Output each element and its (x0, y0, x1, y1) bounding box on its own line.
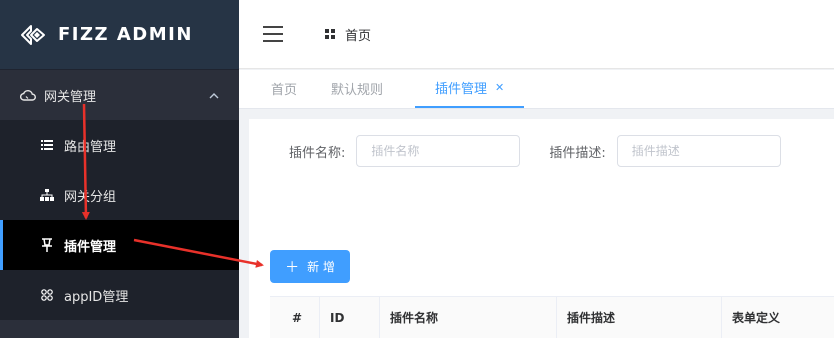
sidebar-item-label: 网关分组 (64, 189, 117, 205)
column-header[interactable]: 表单定义 (722, 297, 834, 338)
menu-group-label: 网关管理 (44, 89, 97, 105)
search-form: 插件名称: 插件描述: (249, 135, 834, 167)
logo: FIZZ ADMIN (0, 0, 239, 70)
column-header[interactable]: # (270, 296, 320, 338)
tab-label: 首页 (271, 83, 298, 98)
sidebar: FIZZ ADMIN 网关管理 路由管理 网关分组 插件管理 appID管理 (0, 0, 239, 338)
column-header[interactable]: 插件名称 (380, 296, 557, 338)
app-title: FIZZ ADMIN (58, 24, 193, 45)
sitemap-icon (40, 188, 54, 202)
tab-plugin-management[interactable]: 插件管理 ✕ (415, 69, 525, 108)
menu-group-gateway[interactable]: 网关管理 (0, 70, 239, 120)
sidebar-item-label: appID管理 (64, 289, 129, 305)
app-root: FIZZ ADMIN 网关管理 路由管理 网关分组 插件管理 appID管理 首… (0, 0, 834, 338)
plus-icon: ＋ (285, 259, 300, 276)
apps-icon (40, 288, 54, 302)
sidebar-item-route[interactable]: 路由管理 (0, 120, 239, 170)
tabs-bar: 首页 默认规则 插件管理 ✕ (239, 70, 834, 109)
plugin-name-label: 插件名称: (289, 145, 346, 161)
pin-icon (40, 238, 54, 252)
column-header[interactable]: 插件描述 (557, 296, 722, 338)
add-button-label: 新 增 (307, 260, 335, 274)
sidebar-item-label: 路由管理 (64, 139, 117, 155)
sidebar-item-group[interactable]: 网关分组 (0, 170, 239, 220)
sidebar-item-appid[interactable]: appID管理 (0, 270, 239, 320)
submenu: 路由管理 网关分组 插件管理 appID管理 (0, 120, 239, 320)
tab-home[interactable]: 首页 (239, 69, 313, 108)
sidebar-item-plugin[interactable]: 插件管理 (0, 220, 239, 270)
breadcrumb-home[interactable]: 首页 (345, 25, 371, 44)
tab-label: 插件管理 (435, 82, 488, 97)
column-header[interactable]: ID (320, 296, 380, 338)
breadcrumb: 首页 (325, 25, 371, 44)
tab-label: 默认规则 (331, 83, 384, 98)
top-header: 首页 (239, 0, 834, 69)
logo-icon (21, 24, 45, 45)
plugin-desc-input[interactable] (616, 135, 781, 167)
tab-default-rules[interactable]: 默认规则 (313, 69, 399, 108)
main-content: 插件名称: 插件描述: ＋ 新 增 # ID 插件名称 插件描述 表单定义 (249, 119, 834, 338)
cloud-icon (20, 87, 36, 103)
list-icon (40, 138, 54, 152)
add-button[interactable]: ＋ 新 增 (270, 250, 350, 283)
table-header: # ID 插件名称 插件描述 表单定义 (270, 296, 834, 338)
chevron-up-icon (209, 88, 219, 102)
sidebar-item-label: 插件管理 (64, 239, 117, 255)
plugin-name-input[interactable] (356, 135, 521, 167)
close-icon[interactable]: ✕ (495, 81, 504, 94)
hamburger-menu-icon[interactable] (263, 26, 283, 42)
grid-icon (325, 29, 335, 39)
plugin-desc-label: 插件描述: (549, 145, 606, 161)
